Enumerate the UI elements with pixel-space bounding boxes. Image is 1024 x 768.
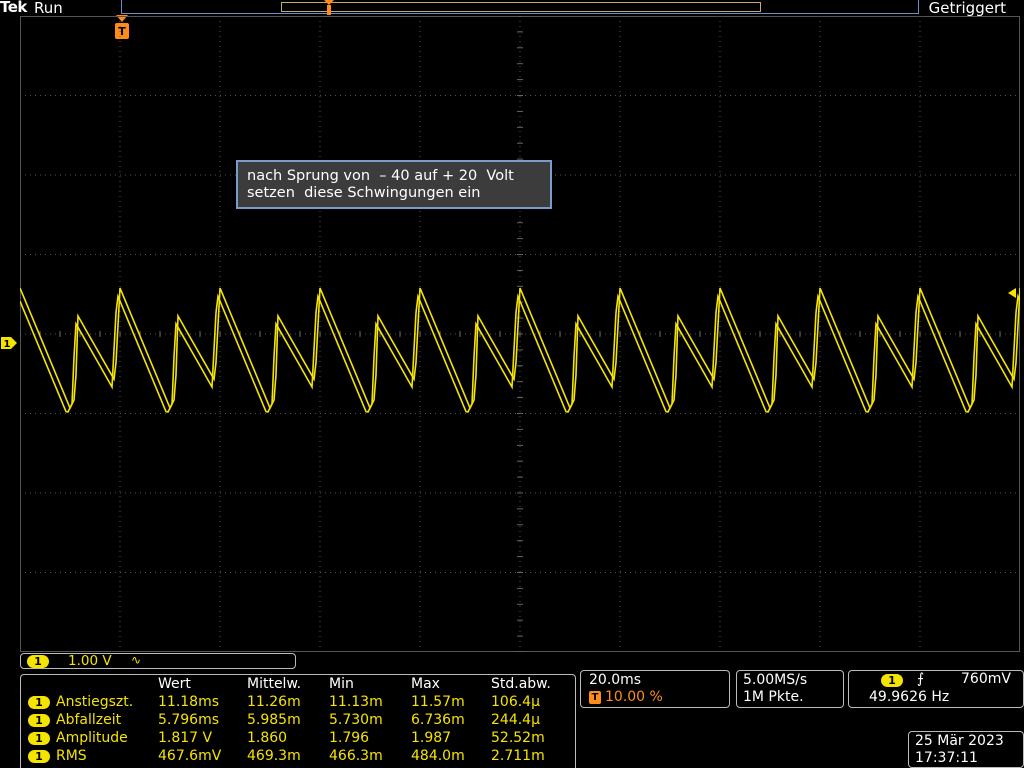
svg-text:1: 1 [4, 339, 11, 350]
measurement-max: 484.0m [411, 748, 465, 764]
measurement-max: 11.57m [411, 694, 465, 710]
channel1-badge: 1 [27, 655, 49, 668]
time: 17:37:11 [915, 750, 978, 766]
measurement-mean: 1.860 [247, 730, 288, 746]
run-state: Run [34, 0, 63, 17]
measurement-mean: 5.985m [247, 712, 301, 728]
annotation-note: nach Sprung von – 40 auf + 20 Volt setze… [236, 160, 552, 209]
channel1-ground-marker[interactable]: 1 [0, 335, 18, 350]
measurement-mean: 11.26m [247, 694, 301, 710]
acquisition-settings-box[interactable]: 5.00MS/s 1M Pkte. [736, 670, 844, 708]
measurement-name: RMS [56, 748, 87, 764]
brand-logo: Tek [0, 0, 27, 16]
measurement-min: 5.730m [329, 712, 383, 728]
trigger-channel-badge: 1 [881, 674, 903, 687]
measurement-name: Amplitude [56, 730, 128, 746]
channel1-scale-box[interactable]: 1 1.00 V ∿ [20, 653, 296, 669]
sample-rate: 5.00MS/s [743, 672, 808, 688]
trigger-level: 760mV [961, 671, 1011, 687]
measurement-stddev: 244.4μ [491, 712, 540, 728]
header-value: Wert [158, 676, 191, 692]
measurement-row-fall-time[interactable]: 1 Abfallzeit 5.796ms 5.985m 5.730m 6.736… [21, 712, 577, 729]
measurement-value: 11.18ms [158, 694, 220, 710]
measurement-stddev: 106.4μ [491, 694, 540, 710]
waveform-trace-echo [20, 293, 1020, 413]
trigger-settings-box[interactable]: 1 ⨍ 760mV 49.9626 Hz [848, 670, 1024, 708]
record-view-window[interactable] [281, 2, 761, 12]
horizontal-settings-box[interactable]: 20.0ms T 10.00 % [580, 670, 730, 708]
channel1-scale: 1.00 V [68, 653, 112, 669]
trigger-position: T 10.00 % [589, 689, 663, 706]
trigger-status: Getriggert [928, 0, 1006, 17]
measurement-name: Abfallzeit [56, 712, 122, 728]
graticule[interactable] [20, 16, 1020, 652]
measurement-value: 5.796ms [158, 712, 220, 728]
record-length: 1M Pkte. [743, 689, 804, 705]
measurement-table[interactable]: Wert Mittelw. Min Max Std.abw. 1 Anstieg… [20, 674, 576, 768]
measurement-row-rise-time[interactable]: 1 Anstiegszt. 11.18ms 11.26m 11.13m 11.5… [21, 694, 577, 711]
measurement-row-amplitude[interactable]: 1 Amplitude 1.817 V 1.860 1.796 1.987 52… [21, 730, 577, 747]
header-stddev: Std.abw. [491, 676, 551, 692]
channel-badge: 1 [28, 714, 50, 727]
channel-badge: 1 [28, 696, 50, 709]
trigger-level-marker[interactable] [1008, 287, 1024, 301]
channel-badge: 1 [28, 750, 50, 763]
record-trigger-icon [324, 0, 334, 15]
measurement-mean: 469.3m [247, 748, 301, 764]
channel-badge: 1 [28, 732, 50, 745]
timebase: 20.0ms [589, 672, 642, 688]
measurement-min: 1.796 [329, 730, 370, 746]
measurement-stddev: 2.711m [491, 748, 545, 764]
date: 25 Mär 2023 [915, 733, 1004, 749]
annotation-line-1: nach Sprung von – 40 auf + 20 Volt [247, 168, 514, 184]
measurement-row-rms[interactable]: 1 RMS 467.6mV 469.3m 466.3m 484.0m 2.711… [21, 748, 577, 765]
trigger-frequency: 49.9626 Hz [869, 689, 950, 705]
measurement-stddev: 52.52m [491, 730, 545, 746]
measurement-max: 1.987 [411, 730, 452, 746]
header-max: Max [411, 676, 440, 692]
measurement-min: 466.3m [329, 748, 383, 764]
annotation-line-2: setzen diese Schwingungen ein [247, 185, 481, 201]
trigger-position-icon: T [589, 690, 601, 704]
header-min: Min [329, 676, 354, 692]
measurement-name: Anstiegszt. [56, 694, 134, 710]
measurement-min: 11.13m [329, 694, 383, 710]
measurement-max: 6.736m [411, 712, 465, 728]
trigger-position-value: 10.00 % [605, 689, 663, 705]
measurement-value: 467.6mV [158, 748, 222, 764]
datetime-box: 25 Mär 2023 17:37:11 [908, 731, 1024, 768]
measurement-value: 1.817 V [158, 730, 213, 746]
header-mean: Mittelw. [247, 676, 302, 692]
rising-edge-icon: ⨍ [917, 671, 925, 687]
ac-coupling-icon: ∿ [131, 653, 142, 667]
